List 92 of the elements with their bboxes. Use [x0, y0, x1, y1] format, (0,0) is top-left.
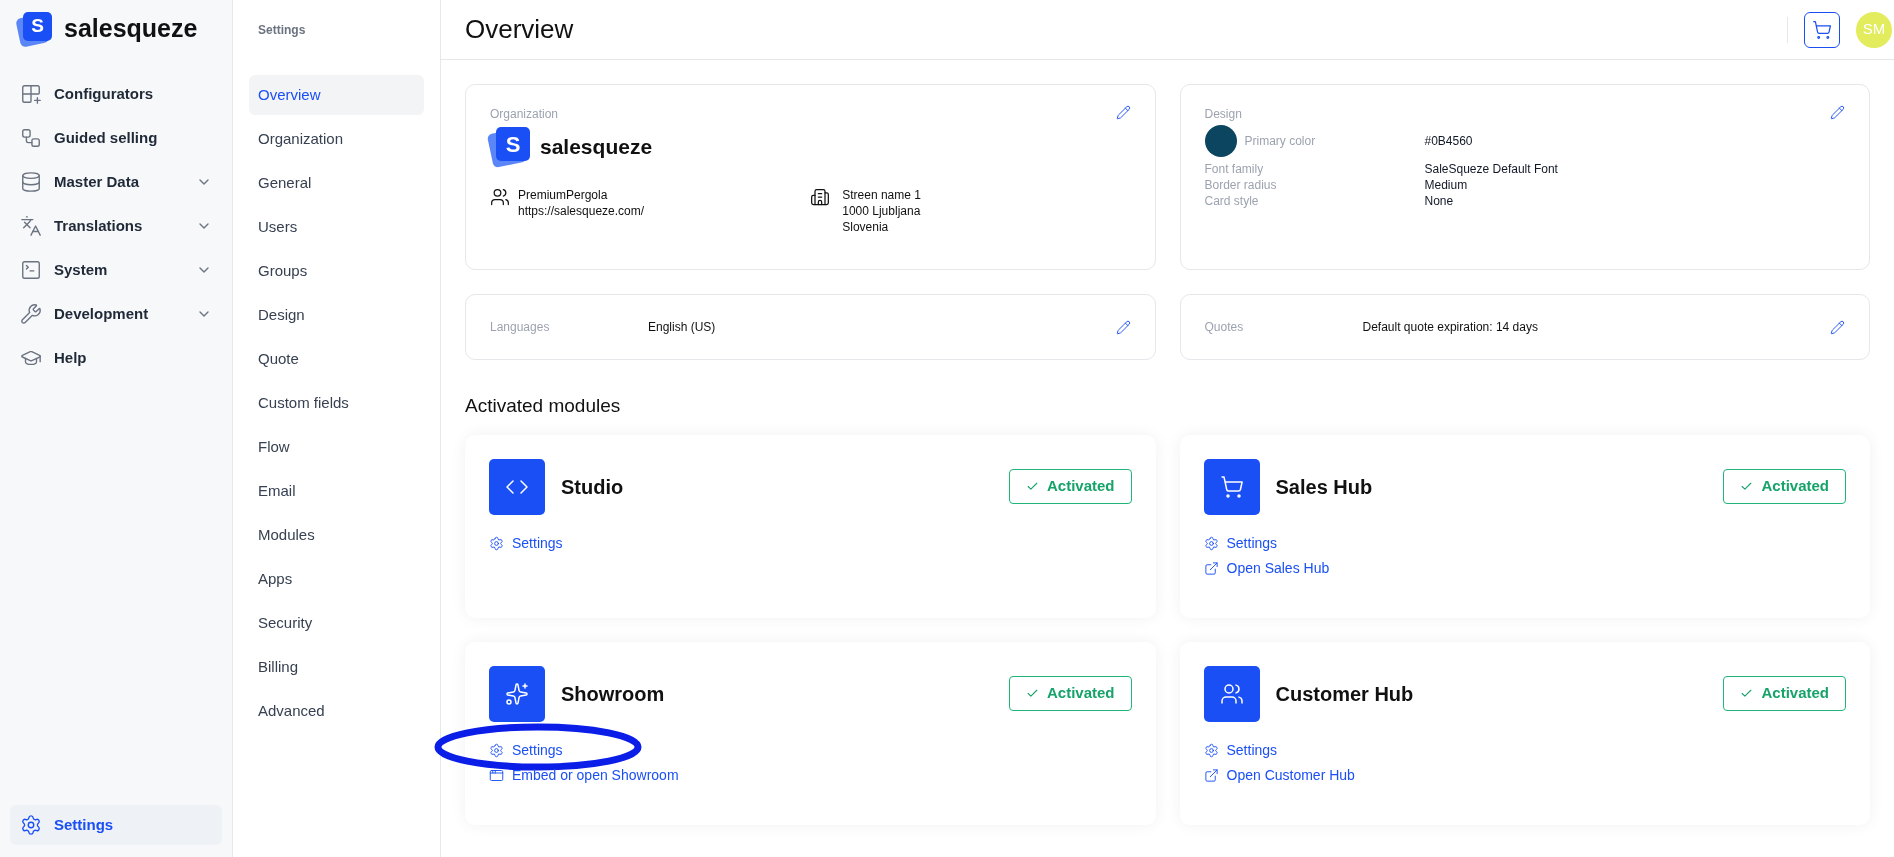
- card-label: Languages: [490, 319, 551, 336]
- settings-nav-item[interactable]: General: [249, 163, 424, 203]
- nav-item[interactable]: Translations: [10, 206, 222, 246]
- settings-nav-item[interactable]: Organization: [249, 119, 424, 159]
- database-icon: [20, 171, 42, 193]
- check-icon: [1740, 480, 1754, 493]
- module-name: Showroom: [561, 681, 666, 707]
- field-label: Font family: [1204, 161, 1265, 177]
- nav-item[interactable]: Settings: [10, 805, 222, 845]
- card-label: Organization: [490, 106, 559, 123]
- settings-icon: [489, 742, 504, 758]
- external-link-icon: [1203, 767, 1219, 783]
- nav-item[interactable]: Development: [10, 294, 222, 334]
- users-icon: [1219, 681, 1244, 706]
- cart-icon: [1812, 19, 1832, 40]
- wrench-icon: [20, 303, 42, 325]
- module-name: Studio: [561, 474, 625, 500]
- field-value: SaleSqueze Default Font: [1424, 161, 1558, 177]
- nav-item[interactable]: Configurators: [10, 74, 222, 114]
- card-label: Design: [1204, 106, 1242, 123]
- check-icon: [1025, 480, 1039, 493]
- field-value: None: [1424, 193, 1454, 209]
- cart-button[interactable]: [1804, 11, 1840, 48]
- translate-icon: [20, 215, 42, 237]
- edit-icon[interactable]: [1115, 105, 1131, 120]
- address-line: 1000 Ljubljana: [842, 203, 921, 219]
- edit-icon[interactable]: [1830, 105, 1845, 120]
- settings-nav-item[interactable]: Flow: [249, 427, 424, 467]
- module-name: Customer Hub: [1275, 681, 1415, 707]
- module-link[interactable]: Settings: [1203, 739, 1278, 761]
- module-link[interactable]: Settings: [1203, 532, 1278, 554]
- settings-nav-item[interactable]: Advanced: [249, 691, 424, 731]
- organization-detail: PremiumPergola: [518, 187, 609, 203]
- settings-nav-item[interactable]: Overview: [249, 75, 424, 115]
- terminal-icon: [20, 259, 42, 281]
- users-icon: [490, 187, 510, 207]
- languages-value: English (US): [648, 319, 717, 336]
- field-value: Medium: [1424, 177, 1468, 193]
- edit-icon[interactable]: [1830, 319, 1845, 335]
- building-icon: [810, 187, 831, 207]
- settings-nav-item[interactable]: Groups: [249, 251, 424, 291]
- logo-icon: S: [18, 12, 52, 46]
- settings-icon: [1203, 535, 1219, 551]
- nav-item[interactable]: Guided selling: [10, 118, 222, 158]
- nav-item[interactable]: Master Data: [10, 162, 222, 202]
- module-link[interactable]: Settings: [489, 532, 563, 554]
- settings-icon: [1203, 742, 1219, 758]
- module-name: Sales Hub: [1275, 474, 1374, 500]
- address-line: Streen name 1: [842, 187, 921, 203]
- settings-icon: [489, 535, 504, 551]
- settings-nav-item[interactable]: Billing: [249, 647, 424, 687]
- activated-badge: Activated: [1723, 469, 1846, 504]
- module-link[interactable]: Embed or open Showroom: [489, 764, 679, 786]
- nav-item[interactable]: Help: [10, 338, 222, 378]
- brand-name: salesqueze: [64, 13, 198, 45]
- settings-nav-item[interactable]: Modules: [249, 515, 424, 555]
- address-line: Slovenia: [842, 219, 890, 235]
- external-link-icon: [1203, 560, 1219, 576]
- sparkles-icon: [505, 681, 529, 706]
- activated-badge: Activated: [1008, 676, 1132, 711]
- settings-nav-item[interactable]: Design: [249, 295, 424, 335]
- cart-icon: [1219, 474, 1244, 499]
- card-label: Quotes: [1204, 319, 1245, 336]
- check-icon: [1025, 687, 1039, 700]
- quotes-value: Default quote expiration: 14 days: [1362, 319, 1539, 336]
- field-label: Card style: [1204, 193, 1260, 209]
- field-label: Border radius: [1204, 177, 1278, 193]
- activated-badge: Activated: [1008, 469, 1132, 504]
- activated-badge: Activated: [1723, 676, 1846, 711]
- check-icon: [1740, 687, 1754, 700]
- field-value: #0B4560: [1424, 133, 1473, 150]
- field-label: Primary color: [1244, 133, 1316, 150]
- module-link[interactable]: Settings: [489, 739, 563, 761]
- settings-nav-item[interactable]: Custom fields: [249, 383, 424, 423]
- settings-nav-item[interactable]: Security: [249, 603, 424, 643]
- module-link[interactable]: Open Sales Hub: [1203, 557, 1330, 579]
- settings-nav-item[interactable]: Apps: [249, 559, 424, 599]
- grid-plus-icon: [20, 83, 42, 105]
- settings-nav-item[interactable]: Users: [249, 207, 424, 247]
- organization-detail: https://salesqueze.com/: [518, 203, 645, 219]
- page-title: Overview: [465, 13, 575, 46]
- window-icon: [489, 767, 504, 783]
- organization-logo-name: salesqueze: [540, 134, 653, 161]
- settings-icon: [20, 814, 42, 836]
- settings-nav-item[interactable]: Quote: [249, 339, 424, 379]
- section-heading: Activated modules: [465, 394, 622, 418]
- flow-icon: [20, 127, 42, 149]
- edit-icon[interactable]: [1115, 319, 1131, 335]
- nav-item[interactable]: System: [10, 250, 222, 290]
- settings-nav-item[interactable]: Email: [249, 471, 424, 511]
- module-link[interactable]: Open Customer Hub: [1203, 764, 1355, 786]
- sidebar-heading: Settings: [258, 22, 307, 39]
